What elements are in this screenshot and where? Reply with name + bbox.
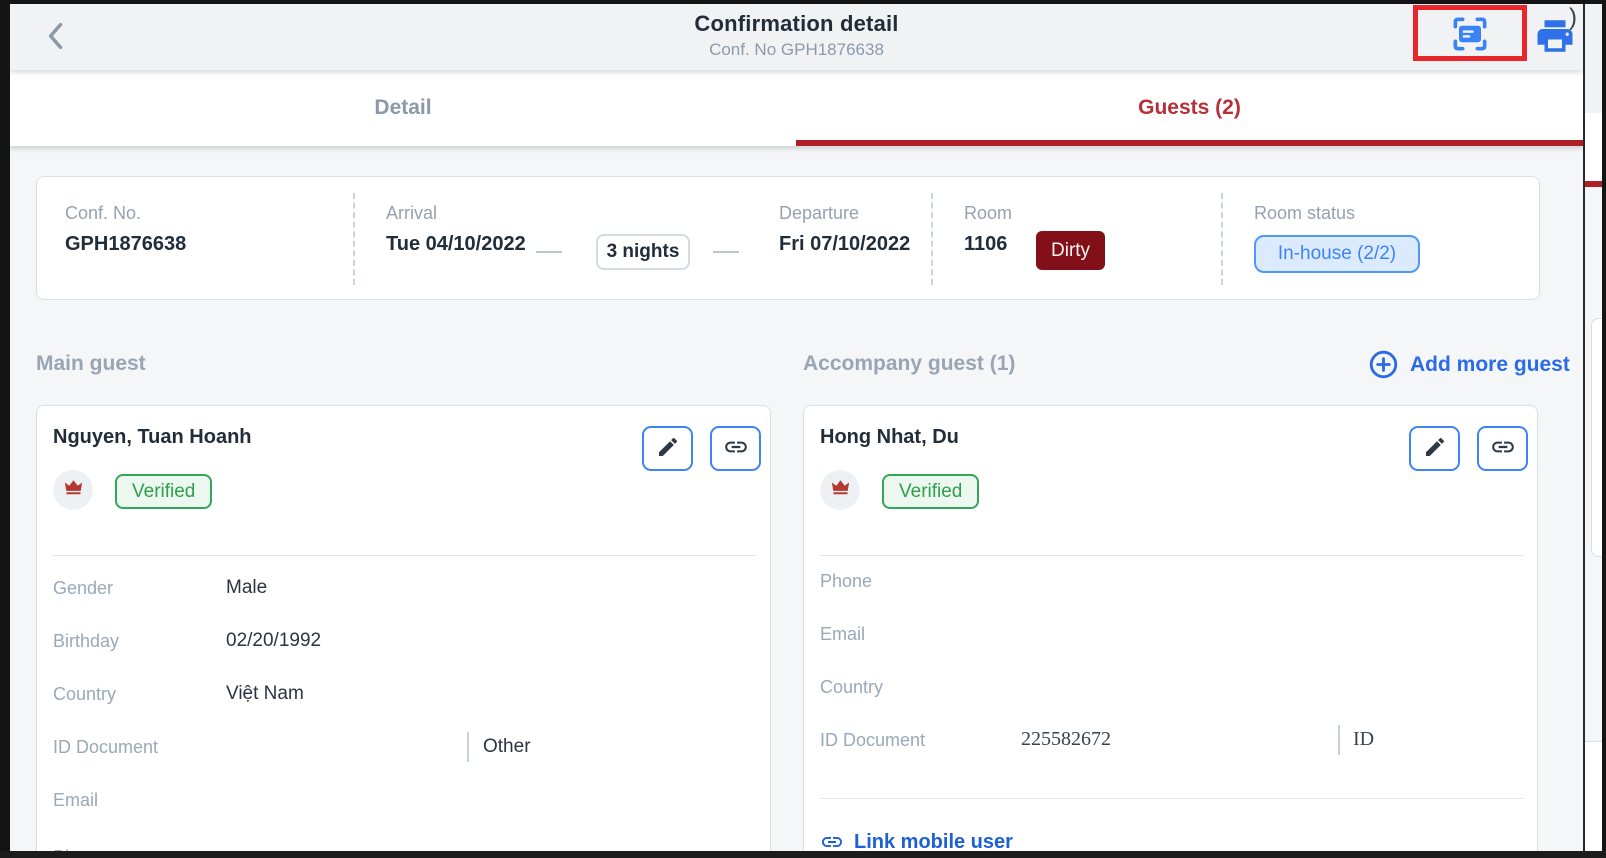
row-label: Email — [820, 624, 865, 645]
scan-card-icon — [1448, 44, 1492, 59]
edit-guest-button[interactable] — [1409, 426, 1460, 471]
cropped-text-fragment: ) — [1569, 4, 1577, 32]
active-tab-underline — [796, 140, 1583, 146]
tab-bar: Detail Guests (2) — [10, 70, 1583, 146]
page-subtitle: Conf. No GPH1876638 — [10, 40, 1583, 60]
tab-guests[interactable]: Guests (2) — [796, 70, 1583, 146]
arrival-value: Tue 04/10/2022 — [386, 233, 526, 256]
crown-icon — [829, 476, 852, 504]
room-field: Room 1106 — [964, 203, 1012, 256]
link-mobile-user-button[interactable]: Link mobile user — [820, 830, 1013, 851]
edit-guest-button[interactable] — [642, 426, 693, 471]
row-label: Gender — [53, 578, 113, 599]
plus-circle-icon — [1368, 349, 1399, 380]
add-more-guest-label: Add more guest — [1410, 353, 1570, 377]
departure-field: Departure Fri 07/10/2022 — [779, 203, 910, 256]
row-label: ID Document — [820, 730, 925, 751]
add-more-guest-button[interactable]: Add more guest — [1368, 349, 1570, 380]
divider — [1338, 725, 1340, 755]
conf-no-label: Conf. No. — [65, 203, 186, 224]
link-icon — [1490, 434, 1516, 463]
departure-value: Fri 07/10/2022 — [779, 233, 910, 256]
row-label: Email — [53, 790, 98, 811]
row-label: Phone — [820, 571, 872, 592]
conf-no-field: Conf. No. GPH1876638 — [65, 203, 186, 256]
vip-badge — [820, 470, 860, 510]
adjacent-page-sliver — [1585, 4, 1602, 851]
divider — [353, 193, 355, 285]
divider — [820, 798, 1523, 799]
verified-badge: Verified — [115, 474, 212, 509]
link-guest-button[interactable] — [710, 426, 761, 471]
row-value: Việt Nam — [226, 683, 304, 705]
page-edge-separator — [1583, 4, 1585, 851]
row-value: Male — [226, 577, 267, 599]
room-status-pill: In-house (2/2) — [1254, 235, 1420, 273]
doc-type-value: Other — [483, 736, 531, 758]
departure-label: Departure — [779, 203, 910, 224]
accompany-guest-card: Hong Nhat, Du Verified Phon — [803, 405, 1538, 851]
crown-icon — [62, 476, 85, 504]
divider — [467, 732, 469, 762]
guest-name: Hong Nhat, Du — [820, 426, 959, 449]
row-label: Country — [820, 677, 883, 698]
page-title: Confirmation detail — [10, 11, 1583, 37]
guest-name: Nguyen, Tuan Hoanh — [53, 426, 252, 449]
room-state-badge: Dirty — [1036, 231, 1105, 270]
frame-border — [0, 851, 1606, 858]
row-value: 02/20/1992 — [226, 630, 321, 652]
connector-dash — [713, 251, 739, 253]
link-mobile-user-label: Link mobile user — [854, 831, 1013, 852]
scan-document-button[interactable] — [1448, 12, 1492, 56]
row-label: Birthday — [53, 631, 119, 652]
frame-border — [0, 0, 10, 858]
verified-badge: Verified — [882, 474, 979, 509]
vip-badge — [53, 470, 93, 510]
header: Confirmation detail Conf. No GPH1876638 — [10, 4, 1583, 70]
frame-border — [0, 0, 1606, 4]
header-titles: Confirmation detail Conf. No GPH1876638 — [10, 4, 1583, 60]
arrival-field: Arrival Tue 04/10/2022 — [386, 203, 526, 256]
pencil-icon — [656, 435, 680, 462]
chain-icon — [820, 830, 844, 851]
link-icon — [723, 434, 749, 463]
arrival-label: Arrival — [386, 203, 526, 224]
row-label: ID Document — [53, 737, 158, 758]
room-status-field: Room status — [1254, 203, 1355, 224]
main-guest-section-label: Main guest — [36, 352, 146, 376]
pencil-icon — [1423, 435, 1447, 462]
divider — [1221, 193, 1223, 285]
reservation-summary-card: Conf. No. GPH1876638 Arrival Tue 04/10/2… — [36, 176, 1540, 300]
conf-no-value: GPH1876638 — [65, 233, 186, 256]
connector-dash — [536, 251, 562, 253]
frame-border — [1602, 0, 1606, 858]
printer-icon — [1534, 45, 1576, 60]
row-value: 225582672 — [1021, 728, 1111, 751]
doc-type-value: ID — [1353, 728, 1374, 751]
room-number: 1106 — [964, 233, 1012, 256]
divider — [53, 555, 756, 556]
accompany-guest-section-label: Accompany guest (1) — [803, 352, 1015, 376]
divider — [820, 555, 1523, 556]
row-label: Country — [53, 684, 116, 705]
link-guest-button[interactable] — [1477, 426, 1528, 471]
main-guest-card: Nguyen, Tuan Hoanh Verified — [36, 405, 771, 851]
confirmation-detail-screen: Confirmation detail Conf. No GPH1876638 — [10, 4, 1583, 851]
tab-detail[interactable]: Detail — [10, 70, 796, 146]
divider — [931, 193, 933, 285]
room-status-label: Room status — [1254, 203, 1355, 224]
nights-pill: 3 nights — [596, 234, 690, 270]
room-label: Room — [964, 203, 1012, 224]
